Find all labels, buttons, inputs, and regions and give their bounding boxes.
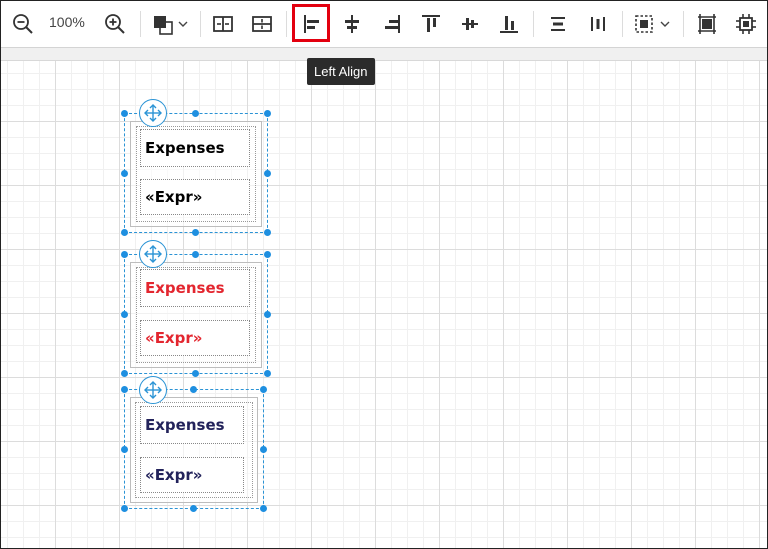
group-select-icon <box>635 15 670 33</box>
move-handle[interactable] <box>139 376 167 404</box>
expr-field[interactable]: «Expr» <box>140 320 250 356</box>
toolbar-separator <box>200 11 201 37</box>
move-handle[interactable] <box>139 240 167 268</box>
resize-handle[interactable] <box>264 229 271 236</box>
move-arrows-icon <box>144 245 162 263</box>
align-top-icon <box>422 15 440 32</box>
fit-page-button[interactable] <box>732 10 760 38</box>
align-top-button[interactable] <box>417 10 445 38</box>
align-right-icon <box>385 15 400 33</box>
resize-handle[interactable] <box>121 229 128 236</box>
design-canvas[interactable]: Expenses «Expr» Expenses «Expr» Expenses… <box>1 61 767 548</box>
same-width-icon <box>551 17 565 31</box>
resize-handle[interactable] <box>121 311 128 318</box>
distribute-horizontal-button[interactable] <box>209 10 237 38</box>
zoom-in-button[interactable] <box>101 10 129 38</box>
distribute-horizontal-icon <box>213 16 233 32</box>
resize-handle[interactable] <box>260 446 267 453</box>
resize-handle[interactable] <box>264 251 271 258</box>
group-select-button[interactable] <box>632 10 674 38</box>
align-center-icon <box>345 15 359 33</box>
resize-handle[interactable] <box>192 370 199 377</box>
resize-handle[interactable] <box>192 229 199 236</box>
zoom-in-icon <box>105 14 125 34</box>
resize-handle[interactable] <box>121 110 128 117</box>
left-align-tooltip: Left Align <box>307 58 375 85</box>
resize-handle[interactable] <box>190 386 197 393</box>
move-handle[interactable] <box>139 99 167 127</box>
toolbar: 100% <box>1 1 767 48</box>
zoom-out-icon <box>13 14 33 34</box>
same-height-icon <box>591 17 605 31</box>
resize-handle[interactable] <box>260 386 267 393</box>
distribute-vertical-icon <box>252 16 272 32</box>
expr-field[interactable]: «Expr» <box>140 457 244 493</box>
align-center-button[interactable] <box>338 10 366 38</box>
fill-color-icon <box>154 16 188 35</box>
resize-handle[interactable] <box>264 370 271 377</box>
zoom-level[interactable]: 100% <box>49 14 85 30</box>
align-bottom-icon <box>500 16 518 33</box>
fit-width-icon <box>698 14 716 34</box>
designer-window: 100% Expenses «Expr» Expenses «Expr» Exp… <box>0 0 768 549</box>
align-middle-icon <box>462 18 478 30</box>
distribute-vertical-button[interactable] <box>248 10 276 38</box>
expr-field[interactable]: «Expr» <box>140 179 250 215</box>
resize-handle[interactable] <box>264 311 271 318</box>
resize-handle[interactable] <box>264 110 271 117</box>
resize-handle[interactable] <box>121 251 128 258</box>
same-width-button[interactable] <box>544 10 572 38</box>
toolbar-separator <box>140 11 141 37</box>
resize-handle[interactable] <box>264 170 271 177</box>
zoom-out-button[interactable] <box>9 10 37 38</box>
toolbar-separator <box>683 11 684 37</box>
resize-handle[interactable] <box>192 110 199 117</box>
expenses-label[interactable]: Expenses <box>140 269 250 307</box>
resize-handle[interactable] <box>121 505 128 512</box>
same-height-button[interactable] <box>584 10 612 38</box>
resize-handle[interactable] <box>260 505 267 512</box>
resize-handle[interactable] <box>192 251 199 258</box>
resize-handle[interactable] <box>121 446 128 453</box>
move-arrows-icon <box>144 104 162 122</box>
resize-handle[interactable] <box>121 370 128 377</box>
toolbar-separator <box>286 11 287 37</box>
toolbar-separator <box>533 11 534 37</box>
move-arrows-icon <box>144 381 162 399</box>
fit-width-button[interactable] <box>693 10 721 38</box>
align-right-button[interactable] <box>378 10 406 38</box>
align-bottom-button[interactable] <box>495 10 523 38</box>
resize-handle[interactable] <box>121 386 128 393</box>
expenses-label[interactable]: Expenses <box>140 406 244 444</box>
align-middle-button[interactable] <box>456 10 484 38</box>
resize-handle[interactable] <box>121 170 128 177</box>
ruler-strip <box>1 48 767 61</box>
left-align-highlight <box>292 4 330 42</box>
fit-page-icon <box>736 14 756 34</box>
resize-handle[interactable] <box>190 505 197 512</box>
toolbar-separator <box>622 11 623 37</box>
expenses-label[interactable]: Expenses <box>140 129 250 167</box>
fill-color-button[interactable] <box>149 10 191 38</box>
